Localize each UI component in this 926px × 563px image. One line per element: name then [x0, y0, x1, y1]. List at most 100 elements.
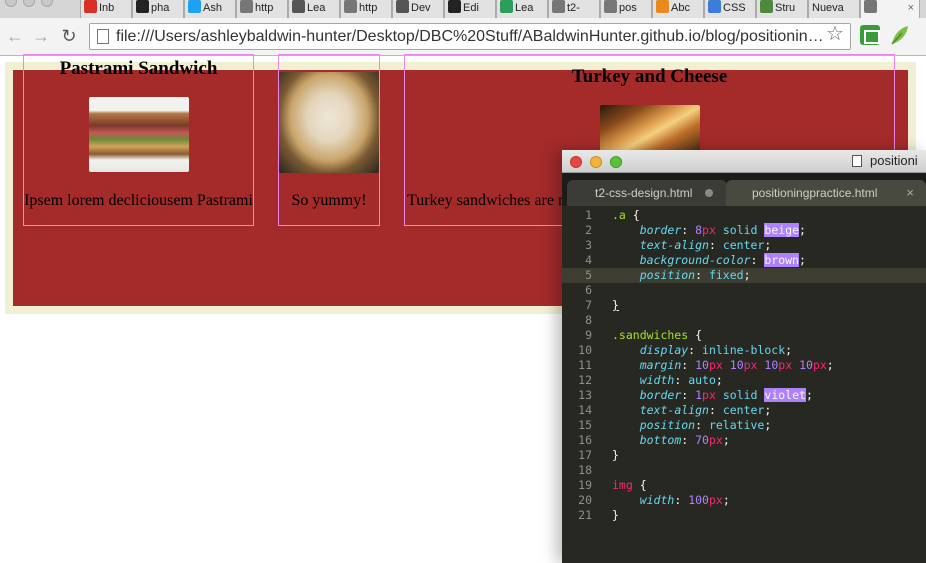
tab-close-icon[interactable]: × — [906, 180, 914, 206]
sandwich-card-pastrami: Pastrami Sandwich Ipsem lorem declicious… — [23, 54, 254, 226]
browser-tab[interactable]: t2- — [548, 0, 600, 18]
window-zoom-button[interactable] — [41, 0, 53, 7]
code-token: ; — [743, 268, 751, 282]
code-line: 11 margin: 10px 10px 10px 10px; — [562, 358, 926, 373]
browser-tab-strip: Inb pha Ash http Lea http Dev Edi Lea t2- pos Abc CS… — [0, 0, 926, 18]
editor-tab-positioningpractice[interactable]: positioningpractice.html × — [726, 180, 926, 206]
code-token: img — [612, 478, 633, 492]
editor-tab-t2-css-design[interactable]: t2-css-design.html — [567, 180, 727, 206]
editor-tab-label: positioningpractice.html — [752, 186, 878, 200]
browser-tab-label: Ash — [203, 2, 222, 14]
line-number: 13 — [578, 388, 592, 402]
browser-tab[interactable]: http — [340, 0, 392, 18]
browser-tab[interactable]: Nueva — [808, 0, 860, 18]
bookmark-star-icon[interactable]: ☆ — [826, 22, 844, 46]
browser-tab-label: Inb — [99, 2, 115, 14]
browser-tab[interactable]: Ash — [184, 0, 236, 18]
browser-tab[interactable]: pos — [600, 0, 652, 18]
browser-tab-label: pos — [619, 2, 637, 14]
browser-tab-label: t2- — [567, 2, 580, 14]
editor-zoom-button[interactable] — [610, 156, 622, 168]
code-token: margin — [639, 358, 682, 372]
leaf-extension-icon[interactable] — [890, 24, 910, 46]
line-number: 18 — [578, 463, 592, 477]
code-line: 2 border: 8px solid beige; — [562, 223, 926, 238]
code-token: bottom — [639, 433, 682, 447]
browser-tab[interactable]: Edi — [444, 0, 496, 18]
page-icon — [97, 29, 109, 44]
code-line: 7} — [562, 298, 926, 313]
editor-close-button[interactable] — [570, 156, 582, 168]
code-token: : — [708, 403, 723, 417]
code-token: ; — [764, 238, 772, 252]
code-line: 15 position: relative; — [562, 418, 926, 433]
code-token: } — [612, 508, 619, 522]
page-icon — [240, 0, 253, 13]
sandwich-caption: So yummy! — [291, 192, 367, 209]
rainbow-icon — [500, 0, 513, 13]
window-close-button[interactable] — [5, 0, 17, 7]
extension-icon[interactable] — [860, 25, 880, 45]
browser-tab[interactable]: Stru — [756, 0, 808, 18]
browser-tab[interactable]: Dev — [392, 0, 444, 18]
forward-button[interactable]: → — [30, 24, 52, 48]
browser-tab[interactable]: Lea — [496, 0, 548, 18]
reload-button[interactable]: ↻ — [58, 24, 80, 48]
window-minimize-button[interactable] — [23, 0, 35, 7]
code-line: 19 img { — [562, 478, 926, 493]
code-token: border — [639, 388, 682, 402]
browser-tab-label: CSS — [723, 2, 746, 14]
line-number: 11 — [578, 358, 592, 372]
editor-title-bar: positioni — [562, 150, 926, 173]
sandwich-caption: Ipsem lorem decliciousem Pastrami — [24, 192, 253, 209]
code-line: 8 — [562, 313, 926, 328]
url-text: file:///Users/ashleybaldwin-hunter/Deskt… — [116, 28, 824, 45]
code-token: 1 — [695, 388, 703, 402]
pastrami-sandwich-image — [89, 97, 189, 172]
editor-title: positioni — [870, 153, 918, 168]
line-number: 19 — [578, 478, 592, 492]
code-token: center — [722, 403, 765, 417]
line-number: 20 — [578, 493, 592, 507]
line-number: 6 — [585, 283, 592, 297]
code-token: fixed — [708, 268, 744, 282]
code-token: px — [812, 358, 827, 372]
asterisk-icon — [656, 0, 669, 13]
browser-tab[interactable]: CSS — [704, 0, 756, 18]
code-token: ; — [805, 388, 813, 402]
browser-tab[interactable]: Abc — [652, 0, 704, 18]
code-token: .sandwiches — [612, 328, 689, 342]
line-number: 15 — [578, 418, 592, 432]
code-token: width — [639, 493, 675, 507]
line-number: 1 — [585, 208, 592, 222]
browser-tab[interactable]: pha — [132, 0, 184, 18]
line-number: 21 — [578, 508, 592, 522]
tab-close-icon[interactable]: × — [908, 0, 914, 16]
address-bar[interactable]: file:///Users/ashleybaldwin-hunter/Deskt… — [89, 23, 851, 50]
browser-tab[interactable]: × — [860, 0, 920, 18]
sandwich-title: Turkey and Cheese — [571, 66, 728, 87]
browser-tab[interactable]: Inb — [80, 0, 132, 18]
code-token: : — [681, 388, 696, 402]
code-token: ; — [826, 358, 834, 372]
code-token: 10 — [729, 358, 744, 372]
browser-tab-label: Lea — [307, 2, 326, 14]
code-token: px — [702, 223, 716, 237]
browser-toolbar: ← → ↻ file:///Users/ashleybaldwin-hunter… — [0, 18, 926, 56]
back-button[interactable]: ← — [4, 24, 26, 48]
code-token: { — [625, 208, 640, 222]
twitter-icon — [188, 0, 201, 13]
code-area[interactable]: 1 .a {2 border: 8px solid beige; 3 text-al… — [562, 208, 926, 523]
editor-minimize-button[interactable] — [590, 156, 602, 168]
browser-tab[interactable]: Lea — [288, 0, 340, 18]
browser-tab-label: Stru — [775, 2, 796, 14]
browser-tab[interactable]: http — [236, 0, 288, 18]
code-token: .a — [612, 208, 626, 222]
line-number: 3 — [585, 238, 592, 252]
